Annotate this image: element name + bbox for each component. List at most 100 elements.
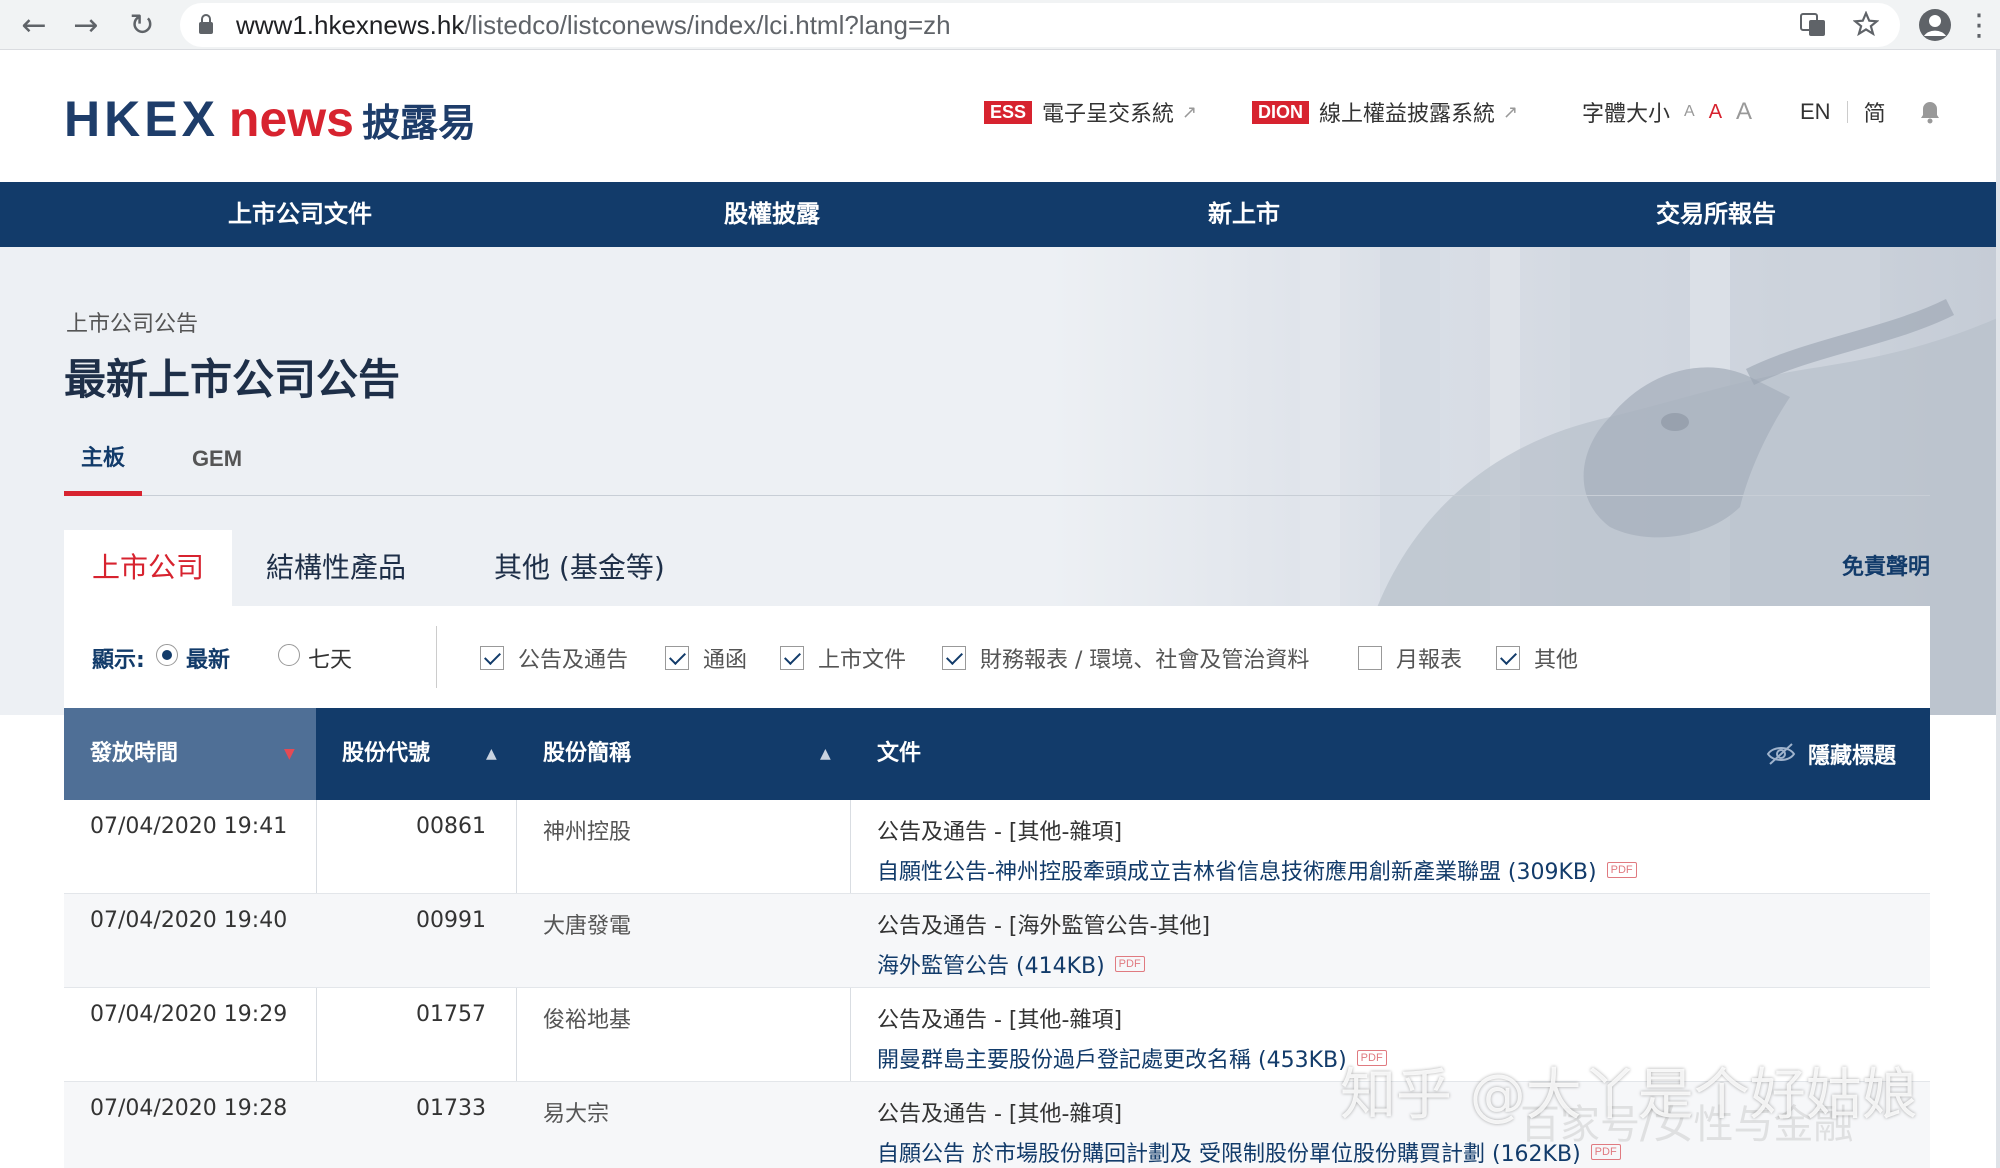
cell-name: 俊裕地基	[543, 1008, 632, 1033]
cell-name: 大唐發電	[543, 914, 632, 939]
nav-disclosure-of-interests[interactable]: 股權披露	[622, 182, 922, 247]
site-header: HKEX news 披露易 ESS 電子呈交系統 ↗ DION 線上權益披露系統…	[0, 50, 2000, 182]
show-label: 顯示:	[92, 648, 145, 673]
translate-icon[interactable]	[1800, 13, 1826, 37]
checkbox-announcements[interactable]	[480, 646, 504, 670]
cell-time: 07/04/2020 19:29	[90, 1002, 288, 1027]
browser-menu-icon[interactable]: ⋮	[1964, 5, 1994, 45]
font-large-button[interactable]: A	[1736, 98, 1752, 126]
address-bar[interactable]: www1.hkexnews.hk/listedco/listconews/ind…	[180, 3, 1900, 47]
table-row: 07/04/2020 19:41 00861 神州控股 公告及通告 - [其他-…	[64, 800, 1930, 894]
forward-icon[interactable]: →	[66, 5, 106, 45]
tab-others-funds[interactable]: 其他 (基金等)	[466, 530, 693, 606]
cell-time: 07/04/2020 19:28	[90, 1096, 288, 1121]
cell-name: 神州控股	[543, 820, 632, 845]
bookmark-star-icon[interactable]	[1853, 11, 1879, 37]
header-stock-code[interactable]: 股份代號	[342, 708, 430, 800]
table-header: 發放時間 ▼ 股份代號 ▲ 股份簡稱 ▲ 文件 隱藏標題	[64, 708, 1930, 800]
cell-code: 01733	[416, 1096, 486, 1121]
checkbox-announcements-label[interactable]: 公告及通告	[518, 642, 628, 674]
font-size-label: 字體大小	[1582, 102, 1671, 127]
checkbox-monthly-returns[interactable]	[1358, 646, 1382, 670]
divider	[436, 626, 437, 688]
header-release-time[interactable]: 發放時間	[64, 708, 316, 800]
reload-icon[interactable]: ↻	[122, 5, 162, 45]
page-scrollbar[interactable]	[1996, 50, 2000, 1168]
external-link-icon: ↗	[1503, 101, 1519, 123]
checkbox-others-label[interactable]: 其他	[1534, 642, 1578, 674]
checkbox-circulars[interactable]	[665, 646, 689, 670]
dion-tag: DION	[1252, 100, 1309, 124]
checkbox-others[interactable]	[1496, 646, 1520, 670]
lang-sc-link[interactable]: 简	[1864, 96, 1886, 128]
radio-latest[interactable]	[156, 644, 178, 666]
hide-headline-label: 隱藏標題	[1807, 744, 1896, 769]
ess-tag: ESS	[984, 100, 1033, 124]
cell-time: 07/04/2020 19:40	[90, 908, 288, 933]
tab-listed-companies[interactable]: 上市公司	[64, 530, 233, 606]
doc-title[interactable]: 自願公告 於市場股份購回計劃及 受限制股份單位股份購買計劃 (162KB)	[877, 1136, 1581, 1168]
doc-title[interactable]: 自願性公告-神州控股牽頭成立吉林省信息技術應用創新產業聯盟 (309KB)	[877, 854, 1597, 886]
radio-latest-label[interactable]: 最新	[186, 642, 230, 674]
checkbox-financial-statements-label[interactable]: 財務報表 / 環境、社會及管治資料	[980, 642, 1309, 674]
tab-gem[interactable]: GEM	[172, 432, 262, 496]
bell-icon[interactable]	[1919, 100, 1941, 124]
divider	[1846, 101, 1848, 123]
font-size-control: 字體大小 A A A	[1582, 96, 1752, 128]
lock-icon	[199, 14, 213, 34]
dion-label: 線上權益披露系統	[1319, 102, 1496, 127]
profile-avatar-icon[interactable]	[1918, 8, 1952, 42]
doc-link[interactable]: 自願公告 於市場股份購回計劃及 受限制股份單位股份購買計劃 (162KB) PDF	[877, 1136, 1621, 1168]
checkbox-circulars-label[interactable]: 通函	[703, 642, 747, 674]
doc-type: 公告及通告 - [其他-雜項]	[877, 820, 1123, 845]
ess-link[interactable]: ESS 電子呈交系統 ↗	[984, 96, 1197, 128]
page-title: 最新上市公司公告	[64, 355, 401, 404]
url-text: www1.hkexnews.hk/listedco/listconews/ind…	[236, 10, 951, 40]
watermark: 知乎 @大丫是个好姑娘	[1340, 1063, 1918, 1128]
radio-7days-label[interactable]: 七天	[308, 642, 352, 674]
header-document: 文件	[877, 741, 922, 766]
pdf-icon: PDF	[1114, 956, 1145, 972]
main-navigation: 上市公司文件 股權披露 新上市 交易所報告	[0, 182, 2000, 247]
tab-main-board[interactable]: 主板	[64, 432, 142, 496]
checkbox-listing-docs-label[interactable]: 上市文件	[818, 642, 906, 674]
doc-link[interactable]: 海外監管公告 (414KB) PDF	[877, 948, 1210, 980]
breadcrumb[interactable]: 上市公司公告	[66, 306, 198, 338]
hkexnews-logo[interactable]: HKEX news 披露易	[64, 90, 476, 150]
nav-exchange-reports[interactable]: 交易所報告	[1566, 182, 1866, 247]
sort-asc-icon[interactable]: ▲	[486, 708, 497, 800]
doc-link[interactable]: 開曼群島主要股份過戶登記處更改名稱 (453KB) PDF	[877, 1042, 1387, 1074]
back-icon[interactable]: ←	[14, 5, 54, 45]
radio-7days[interactable]	[278, 644, 300, 666]
sort-desc-icon[interactable]: ▼	[284, 708, 295, 800]
logo-news: news	[228, 91, 354, 147]
doc-title[interactable]: 海外監管公告 (414KB)	[877, 948, 1105, 980]
lang-en-link[interactable]: EN	[1800, 99, 1831, 125]
doc-link[interactable]: 自願性公告-神州控股牽頭成立吉林省信息技術應用創新產業聯盟 (309KB) PDF	[877, 854, 1637, 886]
tab-structured-products[interactable]: 結構性產品	[238, 530, 434, 606]
cell-name: 易大宗	[543, 1102, 610, 1127]
nav-new-listings[interactable]: 新上市	[1094, 182, 1394, 247]
doc-type: 公告及通告 - [海外監管公告-其他]	[877, 914, 1211, 939]
logo-zh: 披露易	[361, 101, 476, 145]
dion-link[interactable]: DION 線上權益披露系統 ↗	[1252, 96, 1518, 128]
doc-type: 公告及通告 - [其他-雜項]	[877, 1008, 1123, 1033]
filter-bar: 顯示: 最新 七天 公告及通告 通函 上市文件 財務報表 / 環境、社會及管治資…	[64, 606, 1930, 708]
doc-title[interactable]: 開曼群島主要股份過戶登記處更改名稱 (453KB)	[877, 1042, 1347, 1074]
disclaimer-link[interactable]: 免責聲明	[1842, 530, 1930, 606]
checkbox-listing-docs[interactable]	[780, 646, 804, 670]
checkbox-monthly-returns-label[interactable]: 月報表	[1396, 642, 1462, 674]
eye-slash-icon	[1766, 743, 1796, 765]
hide-headline-button[interactable]: 隱藏標題	[1766, 708, 1896, 800]
font-medium-button[interactable]: A	[1709, 101, 1722, 124]
table-row: 07/04/2020 19:40 00991 大唐發電 公告及通告 - [海外監…	[64, 894, 1930, 988]
sort-asc-icon[interactable]: ▲	[820, 708, 831, 800]
header-stock-name[interactable]: 股份簡稱	[543, 708, 631, 800]
category-tabs: 上市公司 結構性產品 其他 (基金等) 免責聲明	[64, 530, 1930, 606]
cell-document: 公告及通告 - [海外監管公告-其他] 海外監管公告 (414KB) PDF	[877, 908, 1210, 980]
logo-hkex: HKEX	[64, 91, 219, 147]
checkbox-financial-statements[interactable]	[942, 646, 966, 670]
nav-listed-company-docs[interactable]: 上市公司文件	[150, 182, 450, 247]
cell-code: 00991	[416, 908, 486, 933]
font-small-button[interactable]: A	[1684, 103, 1695, 121]
